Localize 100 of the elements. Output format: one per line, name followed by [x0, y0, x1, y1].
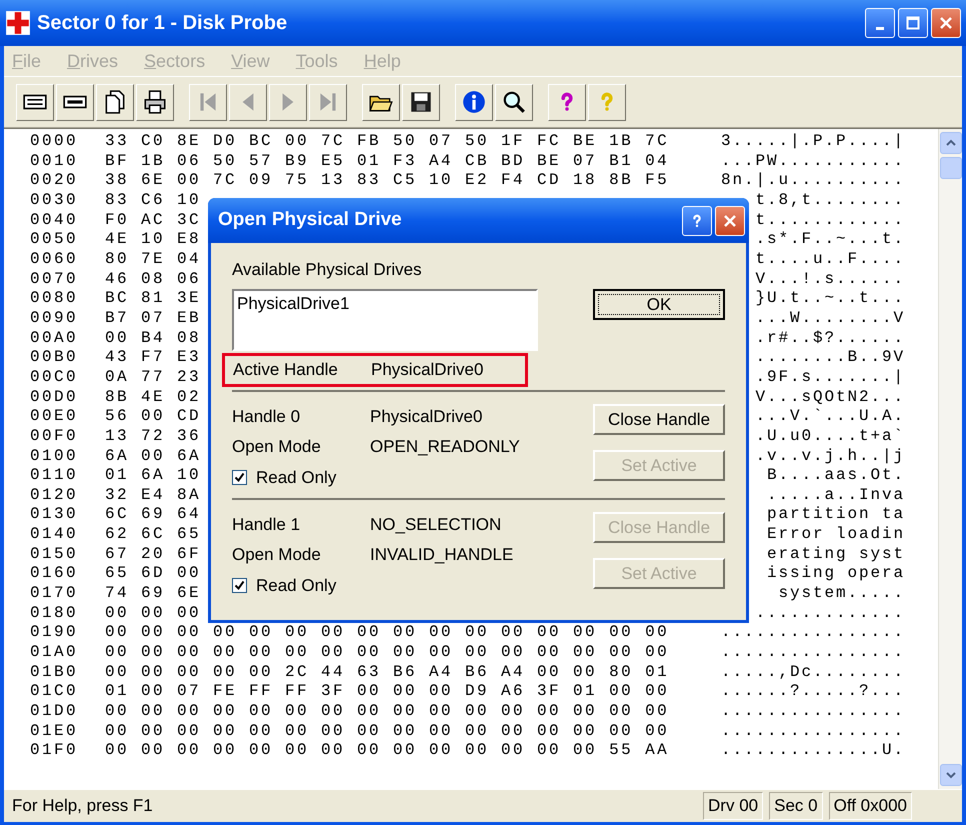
- offset-text: 0030: [30, 190, 80, 211]
- offset-text: 0070: [30, 270, 80, 290]
- ascii-text: ..............U.: [720, 741, 905, 761]
- offset-text: 0050: [30, 230, 80, 250]
- offset-text: 00F0: [30, 426, 80, 446]
- offset-text: 0040: [30, 210, 80, 230]
- ascii-text: ...W........V: [755, 308, 905, 329]
- offset-text: 0150: [30, 544, 80, 564]
- ascii-text: .s*.F..~...t.: [755, 230, 905, 250]
- minimize-icon: [876, 26, 884, 30]
- hex-bytes: 67 20 6F: [105, 544, 202, 563]
- offset-text: 0120: [30, 486, 80, 506]
- ascii-text: system.....: [778, 584, 905, 604]
- scroll-down-button[interactable]: [940, 764, 962, 786]
- check-icon: [234, 472, 245, 484]
- hex-bytes: BF 1B 06 50 57 B9 E5 01 F3 A4 CB BD BE 07 B1 04: [105, 152, 670, 170]
- hex-bytes: 33 C0 8E D0 BC 00 7C FB 50 07 50 1F FC BE 1B 7C: [105, 132, 670, 150]
- offset-text: 0160: [30, 564, 80, 584]
- toolbar-button[interactable]: [136, 84, 174, 120]
- ascii-text: ................: [720, 702, 905, 722]
- list-item[interactable]: PhysicalDrive1: [237, 291, 533, 316]
- scroll-thumb[interactable]: [940, 157, 962, 179]
- ascii-text: Error loadin: [766, 525, 905, 545]
- ascii-text: ........B..9V: [755, 348, 905, 368]
- hex-bytes: 13 72 36: [105, 426, 202, 445]
- offset-text: 00E0: [30, 407, 80, 427]
- checkbox[interactable]: [232, 470, 247, 486]
- scroll-up-button[interactable]: [940, 132, 962, 154]
- search-icon: [501, 89, 527, 115]
- offset-text: 0020: [30, 171, 80, 191]
- ascii-text: .v..v.j.h..|j: [755, 446, 905, 466]
- checkbox[interactable]: [232, 578, 247, 594]
- dialog-button[interactable]: Close Handle: [593, 404, 725, 435]
- status-pane: Drv 00: [703, 792, 764, 820]
- hex-bytes: 80 7E 04: [105, 250, 202, 268]
- checkbox-label: Read Only: [256, 575, 336, 597]
- toolbar-button[interactable]: [362, 84, 400, 120]
- ascii-text: .....,Dc........: [720, 662, 905, 682]
- toolbar-button[interactable]: [96, 84, 134, 120]
- ascii-text: t.8,t........: [755, 190, 905, 211]
- close-button[interactable]: [715, 206, 745, 236]
- hex-bytes: 01 00 07 FE FF FF 3F 00 00 00 D9 A6 3F 01 00 00: [105, 682, 670, 700]
- close-icon: [939, 16, 953, 30]
- ascii-text: t............: [755, 210, 905, 230]
- cross-icon: [5, 10, 31, 36]
- ascii-text: B....aas.Ot.: [766, 466, 905, 486]
- ascii-text: V...!.s......: [755, 270, 905, 290]
- offset-text: 0170: [30, 584, 80, 604]
- toolbar-button[interactable]: [16, 84, 54, 120]
- maximize-button[interactable]: [898, 8, 928, 38]
- hex-bytes: B7 07 EB: [105, 308, 202, 327]
- hex-bytes: 0A 77 23: [105, 368, 202, 386]
- hex-bytes: 8B 4E 02: [105, 388, 202, 406]
- offset-text: 01B0: [30, 662, 80, 682]
- ascii-text: 8n.|.u..........: [720, 171, 905, 191]
- minimize-button[interactable]: [865, 8, 895, 38]
- offset-text: 00A0: [30, 328, 80, 348]
- offset-text: 0060: [30, 250, 80, 270]
- close-button[interactable]: [931, 8, 961, 38]
- hex-bytes: 38 6E 00 7C 09 75 13 83 C5 10 E2 F4 CD 18 8B F5: [105, 171, 670, 190]
- ascii-text: .U.u0....t+a`: [755, 426, 905, 446]
- hex-bytes: 6C 69 64: [105, 505, 202, 524]
- offset-text: 0140: [30, 525, 80, 545]
- hex-bytes: 46 08 06: [105, 270, 202, 288]
- scrollbar[interactable]: [938, 129, 962, 789]
- status-pane: Off 0x000: [828, 792, 912, 820]
- ascii-text: erating syst: [766, 544, 905, 564]
- toolbar-button[interactable]: [402, 84, 440, 120]
- hex-bytes: 62 6C 65: [105, 525, 202, 544]
- field-label: Handle 1: [232, 514, 302, 536]
- ascii-text: ................: [720, 722, 905, 742]
- hex-bytes: 56 00 CD: [105, 407, 202, 426]
- ascii-text: ................: [720, 643, 905, 663]
- field-label: Open Mode: [232, 544, 322, 566]
- hex-bytes: 00 00 00 00 00 00 00 00 00 00 00 00 00 00 00 00: [105, 643, 670, 662]
- drive-list[interactable]: PhysicalDrive1: [232, 289, 538, 351]
- maximize-icon: [906, 16, 920, 30]
- field-label: Active Handle: [233, 359, 339, 382]
- ascii-text: ......?.....?...: [720, 682, 905, 702]
- ascii-text: .............: [755, 604, 905, 624]
- offset-text: 01A0: [30, 643, 80, 663]
- field-value: PhysicalDrive0: [371, 359, 484, 382]
- toolbar-button[interactable]: [495, 84, 533, 120]
- hex-bytes: 4E 10 E8: [105, 230, 202, 248]
- hex-bytes: 00 00 00 00 00 00 00 00 00 00 00 00 00 00 00 00: [105, 722, 670, 740]
- offset-text: 0080: [30, 289, 80, 309]
- help-button[interactable]: [682, 206, 712, 236]
- ok-button[interactable]: OK: [593, 289, 725, 320]
- offset-text: 00C0: [30, 368, 80, 388]
- offset-text: 0110: [30, 466, 80, 486]
- toolbar-button[interactable]: [455, 84, 493, 120]
- offset-text: 00B0: [30, 348, 80, 368]
- offset-text: 0130: [30, 505, 80, 526]
- ascii-text: ...PW...........: [720, 152, 905, 172]
- toolbar-button[interactable]: [56, 84, 94, 120]
- offset-text: 01C0: [30, 682, 80, 702]
- offset-text: 0000: [30, 132, 80, 152]
- printer-icon: [142, 89, 168, 115]
- hex-bytes: 01 6A 10: [105, 466, 202, 484]
- ascii-text: .r#..$?......: [755, 328, 905, 348]
